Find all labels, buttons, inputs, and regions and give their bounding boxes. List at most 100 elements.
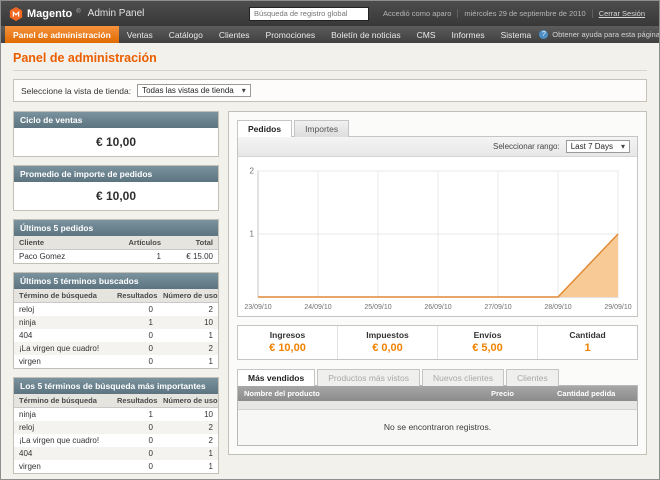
grid-col-qty[interactable]: Cantidad pedida (551, 386, 637, 401)
logo-text: Magento (27, 8, 72, 20)
nav-item-ventas[interactable]: Ventas (119, 26, 161, 43)
cell-results: 0 (112, 342, 158, 355)
svg-text:25/09/10: 25/09/10 (364, 304, 391, 311)
lifetime-sales-box: Ciclo de ventas € 10,00 (13, 111, 219, 157)
cell-term: ninja (14, 316, 112, 329)
cell-total: € 15.00 (166, 250, 218, 264)
grid-col-price[interactable]: Precio (485, 386, 551, 401)
nav-item-sistema[interactable]: Sistema (493, 26, 540, 43)
table-row[interactable]: Paco Gomez 1 € 15.00 (14, 250, 218, 264)
table-row[interactable]: virgen 0 1 (14, 355, 218, 368)
tab-productos-mas-vistos[interactable]: Productos más vistos (317, 369, 420, 386)
svg-text:27/09/10: 27/09/10 (484, 304, 511, 311)
table-row[interactable]: 404 0 1 (14, 447, 218, 460)
cell-term: reloj (14, 303, 112, 317)
last-orders-box: Últimos 5 pedidos Cliente Artículos Tota… (13, 219, 219, 264)
lifetime-sales-value: € 10,00 (14, 128, 218, 156)
top-search-terms-table: Término de búsqueda Resultados Número de… (14, 394, 218, 473)
cell-results: 1 (112, 408, 158, 422)
svg-text:29/09/10: 29/09/10 (604, 304, 631, 311)
total-value: 1 (538, 342, 637, 354)
table-row[interactable]: 404 0 1 (14, 329, 218, 342)
average-orders-value: € 10,00 (14, 182, 218, 210)
store-view-select[interactable]: Todas las vistas de tienda (137, 84, 251, 97)
help-link[interactable]: Obtener ayuda para esta página (539, 26, 660, 43)
dashboard-totals: Ingresos € 10,00 Impuestos € 0,00 Envíos… (237, 325, 638, 360)
table-row[interactable]: reloj 0 2 (14, 421, 218, 434)
column-header: Término de búsqueda (14, 394, 112, 408)
store-switcher: Seleccione la vista de tienda: Todas las… (13, 79, 647, 102)
table-row[interactable]: ninja 1 10 (14, 408, 218, 422)
header-date: miércoles 29 de septiembre de 2010 (457, 9, 591, 18)
main-nav: Panel de administración Ventas Catálogo … (1, 26, 659, 43)
header-user-info: Accedió como aparo miércoles 29 de septi… (377, 9, 651, 18)
nav-item-promociones[interactable]: Promociones (258, 26, 324, 43)
total-label: Ingresos (238, 330, 337, 340)
content-area: Panel de administración Seleccione la vi… (1, 43, 659, 479)
table-row[interactable]: ninja 1 10 (14, 316, 218, 329)
cell-uses: 1 (158, 447, 218, 460)
total-label: Impuestos (338, 330, 437, 340)
nav-item-catalogo[interactable]: Catálogo (161, 26, 211, 43)
table-row[interactable]: reloj 0 2 (14, 303, 218, 317)
column-header: Número de usos (158, 394, 218, 408)
table-row[interactable]: ¡La virgen que cuadro! 0 2 (14, 434, 218, 447)
top-search-terms-title: Los 5 términos de búsqueda más important… (14, 378, 218, 394)
total-ingresos: Ingresos € 10,00 (238, 326, 337, 359)
range-select[interactable]: Last 7 Days (566, 140, 630, 153)
cell-uses: 1 (158, 460, 218, 473)
logged-in-as: Accedió como aparo (377, 9, 457, 18)
svg-text:26/09/10: 26/09/10 (424, 304, 451, 311)
total-value: € 10,00 (238, 342, 337, 354)
logout-link[interactable]: Cerrar Sesión (599, 9, 645, 18)
cell-term: virgen (14, 355, 112, 368)
total-label: Envíos (438, 330, 537, 340)
svg-text:2: 2 (250, 167, 255, 176)
last-search-terms-box: Últimos 5 términos buscados Término de b… (13, 272, 219, 369)
page-title: Panel de administración (13, 51, 647, 71)
table-row[interactable]: ¡La virgen que cuadro! 0 2 (14, 342, 218, 355)
tab-nuevos-clientes[interactable]: Nuevos clientes (422, 369, 504, 386)
range-selected: Last 7 Days (571, 142, 613, 151)
last-orders-title: Últimos 5 pedidos (14, 220, 218, 236)
total-value: € 0,00 (338, 342, 437, 354)
cell-uses: 10 (158, 316, 218, 329)
cell-items: 1 (122, 250, 166, 264)
logo-subtitle: Admin Panel (88, 8, 145, 19)
grid-empty-message: No se encontraron registros. (238, 410, 637, 445)
cell-term: virgen (14, 460, 112, 473)
svg-text:1: 1 (250, 230, 255, 239)
cell-term: reloj (14, 421, 112, 434)
cell-term: ¡La virgen que cuadro! (14, 434, 112, 447)
global-search-input[interactable] (249, 7, 369, 21)
nav-item-dashboard[interactable]: Panel de administración (5, 26, 119, 43)
nav-item-informes[interactable]: Informes (444, 26, 493, 43)
total-impuestos: Impuestos € 0,00 (337, 326, 437, 359)
dashboard-main: Pedidos Importes Seleccionar rango: Last… (228, 111, 647, 455)
column-header: Número de usos (158, 289, 218, 303)
magento-admin-window: Magento ® Admin Panel Accedió como aparo… (0, 0, 660, 480)
nav-item-clientes[interactable]: Clientes (211, 26, 258, 43)
tab-importes[interactable]: Importes (294, 120, 349, 137)
svg-text:23/09/10: 23/09/10 (244, 304, 271, 311)
cell-term: ¡La virgen que cuadro! (14, 342, 112, 355)
tab-clientes[interactable]: Clientes (506, 369, 559, 386)
store-switcher-label: Seleccione la vista de tienda: (21, 86, 131, 96)
tab-pedidos[interactable]: Pedidos (237, 120, 292, 137)
column-header: Cliente (14, 236, 122, 250)
grid-col-product[interactable]: Nombre del producto (238, 386, 485, 401)
global-search (249, 7, 369, 21)
nav-item-cms[interactable]: CMS (409, 26, 444, 43)
last-search-terms-title: Últimos 5 términos buscados (14, 273, 218, 289)
cell-uses: 2 (158, 303, 218, 317)
nav-item-boletin[interactable]: Boletín de noticias (323, 26, 408, 43)
cell-uses: 1 (158, 355, 218, 368)
svg-text:24/09/10: 24/09/10 (304, 304, 331, 311)
cell-uses: 2 (158, 342, 218, 355)
cell-uses: 2 (158, 434, 218, 447)
table-row[interactable]: virgen 0 1 (14, 460, 218, 473)
cell-results: 1 (112, 316, 158, 329)
cell-uses: 10 (158, 408, 218, 422)
cell-term: 404 (14, 447, 112, 460)
tab-mas-vendidos[interactable]: Más vendidos (237, 369, 315, 386)
